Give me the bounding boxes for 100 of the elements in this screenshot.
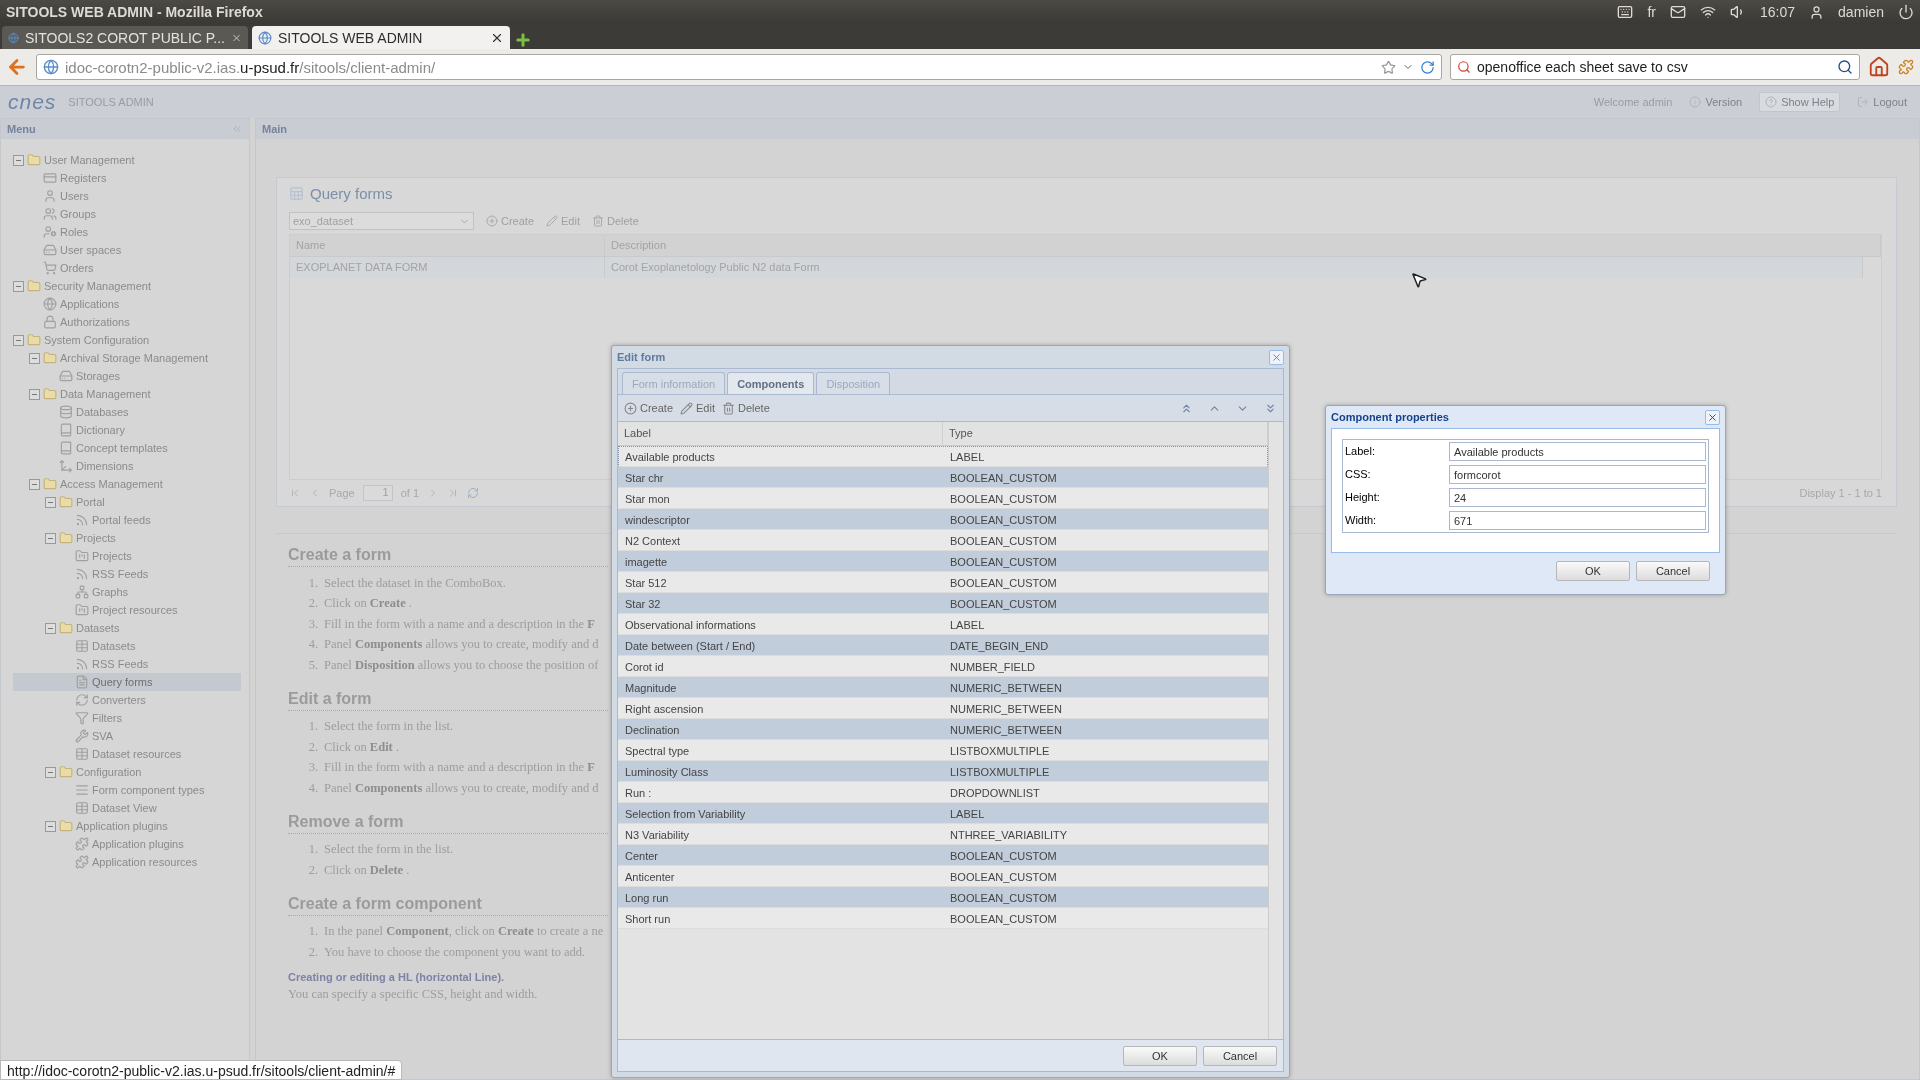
- table-row[interactable]: Star chr BOOLEAN_CUSTOM: [618, 467, 1268, 488]
- input-field[interactable]: Available products: [1449, 442, 1706, 461]
- tree-item[interactable]: User Management: [13, 151, 241, 169]
- tab[interactable]: Disposition: [816, 372, 891, 394]
- tree-item[interactable]: Data Management: [13, 385, 241, 403]
- tree-item[interactable]: Configuration: [13, 763, 241, 781]
- collapse-icon[interactable]: [13, 280, 24, 292]
- table-row[interactable]: Spectral type LISTBOXMULTIPLE: [618, 740, 1268, 761]
- tree-item[interactable]: Portal feeds: [13, 511, 241, 529]
- table-row[interactable]: N3 Variability NTHREE_VARIABILITY: [618, 824, 1268, 845]
- toolbar-button[interactable]: Create: [486, 215, 535, 227]
- tree-item[interactable]: Portal: [13, 493, 241, 511]
- table-row[interactable]: Luminosity Class LISTBOXMULTIPLE: [618, 761, 1268, 782]
- table-row[interactable]: Magnitude NUMERIC_BETWEEN: [618, 677, 1268, 698]
- tree-item[interactable]: Dataset View: [13, 799, 241, 817]
- tab[interactable]: Form information: [622, 372, 726, 394]
- tree-item[interactable]: Datasets: [13, 619, 241, 637]
- input-field[interactable]: 671: [1449, 511, 1706, 530]
- tree-item[interactable]: Projects: [13, 547, 241, 565]
- collapse-icon[interactable]: [13, 154, 24, 166]
- ok-button[interactable]: OK: [1556, 561, 1630, 581]
- tree-item[interactable]: SVA: [13, 727, 241, 745]
- toolbar-button[interactable]: Create: [624, 401, 674, 415]
- tree-item[interactable]: Form component types: [13, 781, 241, 799]
- toolbar-button[interactable]: Edit: [546, 215, 580, 227]
- table-row[interactable]: N2 Context BOOLEAN_CUSTOM: [618, 530, 1268, 551]
- browser-tab[interactable]: SITOOLS2 COROT PUBLIC P...: [2, 26, 248, 49]
- table-row[interactable]: Long run BOOLEAN_CUSTOM: [618, 887, 1268, 908]
- tree-item[interactable]: Projects: [13, 529, 241, 547]
- user-name[interactable]: damien: [1838, 4, 1884, 20]
- ok-button[interactable]: OK: [1123, 1045, 1197, 1066]
- collapse-icon[interactable]: [29, 478, 40, 490]
- collapse-icon[interactable]: [45, 532, 56, 544]
- tree-item[interactable]: Application plugins: [13, 835, 241, 853]
- close-button[interactable]: [1705, 409, 1720, 425]
- tree-item[interactable]: Concept templates: [13, 439, 241, 457]
- table-row[interactable]: Observational informations LABEL: [618, 614, 1268, 635]
- table-row[interactable]: Center BOOLEAN_CUSTOM: [618, 845, 1268, 866]
- tree-item[interactable]: System Configuration: [13, 331, 241, 349]
- tree-item[interactable]: Dictionary: [13, 421, 241, 439]
- tree-item[interactable]: Dimensions: [13, 457, 241, 475]
- collapse-icon[interactable]: [45, 820, 56, 832]
- table-row[interactable]: Star mon BOOLEAN_CUSTOM: [618, 488, 1268, 509]
- tree-item[interactable]: Databases: [13, 403, 241, 421]
- tree-item[interactable]: Converters: [13, 691, 241, 709]
- toolbar-button[interactable]: Delete: [722, 401, 770, 415]
- tree-item[interactable]: Filters: [13, 709, 241, 727]
- url-field[interactable]: idoc-corotn2-public-v2.ias.u-psud.fr/sitools/client-admin/: [36, 54, 1442, 80]
- tree-item[interactable]: Orders: [13, 259, 241, 277]
- tree-item[interactable]: Application resources: [13, 853, 241, 871]
- tree-item[interactable]: User spaces: [13, 241, 241, 259]
- tree-item[interactable]: Storages: [13, 367, 241, 385]
- tree-item[interactable]: Graphs: [13, 583, 241, 601]
- collapse-icon[interactable]: [29, 352, 40, 364]
- page-field[interactable]: 1: [362, 485, 393, 501]
- collapse-icon[interactable]: [45, 622, 56, 634]
- table-row[interactable]: Right ascension NUMERIC_BETWEEN: [618, 698, 1268, 719]
- collapse-icon[interactable]: [45, 766, 56, 778]
- table-row[interactable]: Selection from Variability LABEL: [618, 803, 1268, 824]
- collapse-icon[interactable]: [45, 496, 56, 508]
- table-row[interactable]: Corot id NUMBER_FIELD: [618, 656, 1268, 677]
- close-button[interactable]: [1269, 349, 1284, 365]
- table-row[interactable]: Star 32 BOOLEAN_CUSTOM: [618, 593, 1268, 614]
- tree-item[interactable]: RSS Feeds: [13, 565, 241, 583]
- collapse-icon[interactable]: [13, 334, 24, 346]
- header-link[interactable]: Logout: [1852, 93, 1912, 111]
- tree-item[interactable]: Dataset resources: [13, 745, 241, 763]
- tab[interactable]: Components: [727, 372, 815, 394]
- table-row[interactable]: Anticenter BOOLEAN_CUSTOM: [618, 866, 1268, 887]
- tree-item[interactable]: Security Management: [13, 277, 241, 295]
- tree-item[interactable]: Groups: [13, 205, 241, 223]
- tree-item[interactable]: Archival Storage Management: [13, 349, 241, 367]
- collapse-icon[interactable]: [29, 388, 40, 400]
- toolbar-button[interactable]: Edit: [680, 401, 715, 415]
- table-row[interactable]: Star 512 BOOLEAN_CUSTOM: [618, 572, 1268, 593]
- header-link[interactable]: Version: [1684, 93, 1748, 111]
- clock[interactable]: 16:07: [1760, 4, 1796, 20]
- column-header[interactable]: Type: [943, 422, 1268, 445]
- tree-item[interactable]: RSS Feeds: [13, 655, 241, 673]
- table-row[interactable]: Short run BOOLEAN_CUSTOM: [618, 908, 1268, 929]
- tree-item[interactable]: Datasets: [13, 637, 241, 655]
- tree-item[interactable]: Roles: [13, 223, 241, 241]
- column-header[interactable]: Label: [618, 422, 943, 445]
- browser-tab[interactable]: SITOOLS WEB ADMIN: [252, 26, 510, 49]
- tree-item[interactable]: Application plugins: [13, 817, 241, 835]
- input-field[interactable]: 24: [1449, 488, 1706, 507]
- tree-item[interactable]: Authorizations: [13, 313, 241, 331]
- table-row[interactable]: windescriptor BOOLEAN_CUSTOM: [618, 509, 1268, 530]
- help-button[interactable]: Show Help: [1759, 92, 1841, 112]
- keyboard-layout[interactable]: fr: [1647, 4, 1657, 20]
- tree-item[interactable]: Applications: [13, 295, 241, 313]
- dataset-combo[interactable]: exo_dataset: [289, 212, 474, 230]
- table-row[interactable]: Declination NUMERIC_BETWEEN: [618, 719, 1268, 740]
- tree-item[interactable]: Query forms: [13, 673, 241, 691]
- tree-item[interactable]: Project resources: [13, 601, 241, 619]
- table-row[interactable]: Date between (Start / End) DATE_BEGIN_END: [618, 635, 1268, 656]
- table-row[interactable]: Run : DROPDOWNLIST: [618, 782, 1268, 803]
- tree-item[interactable]: Users: [13, 187, 241, 205]
- table-row[interactable]: imagette BOOLEAN_CUSTOM: [618, 551, 1268, 572]
- tree-item[interactable]: Registers: [13, 169, 241, 187]
